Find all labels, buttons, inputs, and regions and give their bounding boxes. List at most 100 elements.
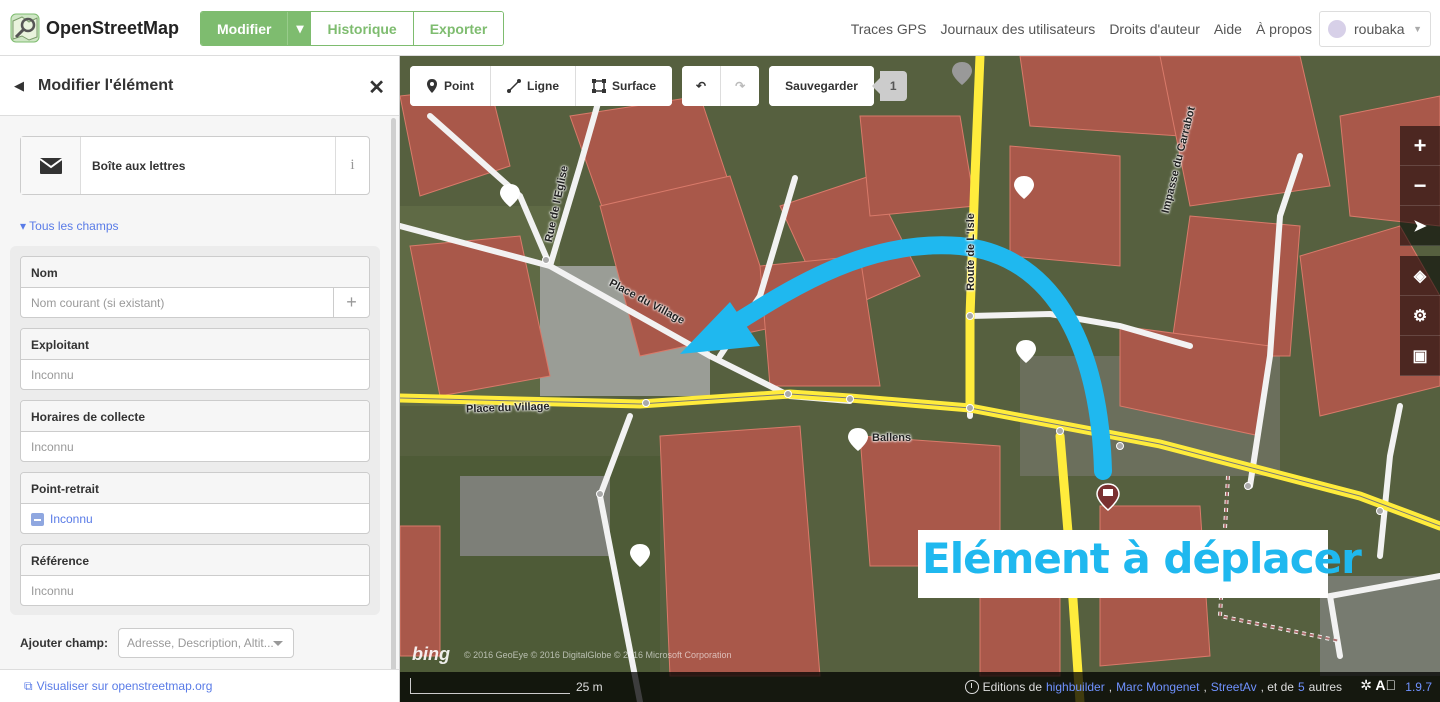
attribution-prefix: Editions de bbox=[982, 680, 1042, 694]
view-on-osm-link[interactable]: ⧉ Visualiser sur openstreetmap.org bbox=[0, 669, 399, 702]
bug-report-icon[interactable]: ✲ A⃫ bbox=[1360, 677, 1396, 694]
field-reference: Référence Inconnu bbox=[20, 544, 370, 606]
name-input[interactable]: Nom courant (si existant) bbox=[21, 288, 369, 317]
sidebar-title: Modifier l'élément bbox=[38, 76, 174, 94]
add-line-button[interactable]: Ligne bbox=[491, 66, 576, 106]
undo-button[interactable]: ↶ bbox=[682, 66, 722, 106]
attribution-suffix: autres bbox=[1308, 680, 1342, 694]
sidebar-scrollbar[interactable] bbox=[391, 118, 396, 678]
add-point-button[interactable]: Point bbox=[410, 66, 491, 106]
geolocate-button[interactable]: ➤ bbox=[1400, 206, 1440, 246]
sidebar-header: ◀ Modifier l'élément ✕ bbox=[0, 56, 399, 116]
aerial-imagery bbox=[400, 56, 1440, 702]
reference-input[interactable]: Inconnu bbox=[21, 576, 369, 605]
version-link[interactable]: 1.9.7 bbox=[1405, 680, 1432, 694]
back-arrow-icon[interactable]: ◀ bbox=[14, 78, 24, 94]
field-collection-times: Horaires de collecte Inconnu bbox=[20, 400, 370, 462]
clock-icon bbox=[964, 680, 979, 694]
tab-export[interactable]: Exporter bbox=[412, 12, 504, 45]
user-menu[interactable]: roubaka ▼ bbox=[1319, 11, 1431, 47]
disclosure-triangle-icon: ▾ bbox=[20, 219, 27, 233]
top-navigation: OpenStreetMap Modifier ▾ Historique Expo… bbox=[0, 0, 1440, 56]
edit-dropdown-button[interactable]: ▾ bbox=[287, 12, 312, 45]
zoom-controls: + − ➤ bbox=[1400, 126, 1440, 246]
mailbox-icon bbox=[21, 137, 81, 194]
map-data-button[interactable]: ⚙ bbox=[1400, 296, 1440, 336]
link-about[interactable]: À propos bbox=[1256, 21, 1312, 37]
undo-icon: ↶ bbox=[696, 79, 707, 93]
chevron-down-icon: ▾ bbox=[296, 20, 304, 36]
field-label: Exploitant bbox=[21, 329, 369, 360]
close-icon[interactable]: ✕ bbox=[368, 75, 385, 100]
book-icon: ▣ bbox=[1412, 347, 1428, 365]
field-label: Horaires de collecte bbox=[21, 401, 369, 432]
add-field-row: Ajouter champ: Adresse, Description, Alt… bbox=[20, 628, 295, 658]
add-field-combobox[interactable]: Adresse, Description, Altit... bbox=[118, 628, 295, 658]
plus-icon: + bbox=[1413, 132, 1427, 158]
tab-edit[interactable]: Modifier bbox=[201, 12, 288, 45]
collection-times-input[interactable]: Inconnu bbox=[21, 432, 369, 461]
redo-icon: ↷ bbox=[735, 79, 746, 93]
link-copyright[interactable]: Droits d'auteur bbox=[1109, 21, 1200, 37]
area-label: Surface bbox=[612, 79, 657, 93]
undo-redo-group: ↶ ↷ bbox=[682, 66, 760, 106]
callout-text: Elément à déplacer bbox=[922, 534, 1362, 583]
avatar-icon bbox=[1328, 20, 1346, 38]
field-label: Point-retrait bbox=[21, 473, 369, 504]
help-button[interactable]: ▣ bbox=[1400, 336, 1440, 376]
map-panel-controls: ◈ ⚙ ▣ bbox=[1400, 256, 1440, 376]
imagery-copyright: © 2016 GeoEye © 2016 DigitalGlobe © 2016… bbox=[464, 650, 732, 660]
map-toolbar: Point Ligne Surface ↶ ↷ Sauvegarder 1 bbox=[410, 66, 907, 106]
map-view[interactable]: Place du Village Place du Village Rue de… bbox=[400, 56, 1440, 702]
redo-button[interactable]: ↷ bbox=[721, 66, 760, 106]
osm-logo-icon bbox=[10, 13, 40, 43]
map-data-icon: ⚙ bbox=[1412, 307, 1428, 325]
street-label: Route de L'Isle bbox=[964, 213, 977, 291]
add-area-button[interactable]: Surface bbox=[576, 66, 673, 106]
line-icon bbox=[507, 79, 521, 93]
link-user-diaries[interactable]: Journaux des utilisateurs bbox=[940, 21, 1095, 37]
user-name: roubaka bbox=[1354, 21, 1405, 37]
field-label: Référence bbox=[21, 545, 369, 576]
field-operator: Exploitant Inconnu bbox=[20, 328, 370, 390]
annotation-callout: Elément à déplacer bbox=[918, 530, 1362, 598]
user-link[interactable]: Marc Mongenet bbox=[1116, 680, 1199, 694]
main-tabs: Modifier ▾ Historique Exporter bbox=[200, 11, 505, 46]
preset-button[interactable]: Boîte aux lettres i bbox=[20, 136, 370, 195]
zoom-out-button[interactable]: − bbox=[1400, 166, 1440, 206]
scale-bar[interactable] bbox=[410, 678, 570, 694]
line-label: Ligne bbox=[527, 79, 559, 93]
info-icon[interactable]: i bbox=[335, 137, 369, 194]
map-footer: 25 m Editions de highbuilder, Marc Monge… bbox=[400, 672, 1440, 702]
layers-icon: ◈ bbox=[1413, 267, 1427, 285]
all-fields-label: Tous les champs bbox=[29, 219, 119, 233]
field-drive-through: Point-retrait Inconnu bbox=[20, 472, 370, 534]
attribution-joiner: , et de bbox=[1260, 680, 1294, 694]
bing-logo: bing bbox=[412, 644, 450, 664]
drive-through-checkbox[interactable]: Inconnu bbox=[21, 504, 369, 533]
field-name: Nom Nom courant (si existant) + bbox=[20, 256, 370, 318]
tab-history[interactable]: Historique bbox=[311, 12, 413, 45]
location-arrow-icon: ➤ bbox=[1413, 217, 1427, 235]
save-group: Sauvegarder bbox=[769, 66, 874, 106]
zoom-in-button[interactable]: + bbox=[1400, 126, 1440, 166]
background-button[interactable]: ◈ bbox=[1400, 256, 1440, 296]
save-button[interactable]: Sauvegarder bbox=[769, 66, 874, 106]
top-links: Traces GPS Journaux des utilisateurs Dro… bbox=[851, 21, 1312, 37]
add-field-label: Ajouter champ: bbox=[20, 636, 109, 650]
logo[interactable]: OpenStreetMap bbox=[10, 13, 179, 43]
fields-panel: Nom Nom courant (si existant) + Exploita… bbox=[10, 246, 380, 615]
all-fields-toggle[interactable]: ▾ Tous les champs bbox=[20, 219, 119, 233]
add-language-button[interactable]: + bbox=[333, 287, 369, 317]
operator-input[interactable]: Inconnu bbox=[21, 360, 369, 389]
user-link[interactable]: StreetAv bbox=[1211, 680, 1257, 694]
view-on-osm-label: Visualiser sur openstreetmap.org bbox=[36, 679, 213, 693]
user-link[interactable]: highbuilder bbox=[1046, 680, 1105, 694]
link-help[interactable]: Aide bbox=[1214, 21, 1242, 37]
plus-icon: + bbox=[346, 291, 357, 312]
sidebar: ◀ Modifier l'élément ✕ Boîte aux lettres… bbox=[0, 56, 400, 702]
checkbox-value: Inconnu bbox=[50, 512, 93, 526]
others-count-link[interactable]: 5 bbox=[1298, 680, 1305, 694]
add-feature-group: Point Ligne Surface bbox=[410, 66, 673, 106]
link-gps-traces[interactable]: Traces GPS bbox=[851, 21, 927, 37]
